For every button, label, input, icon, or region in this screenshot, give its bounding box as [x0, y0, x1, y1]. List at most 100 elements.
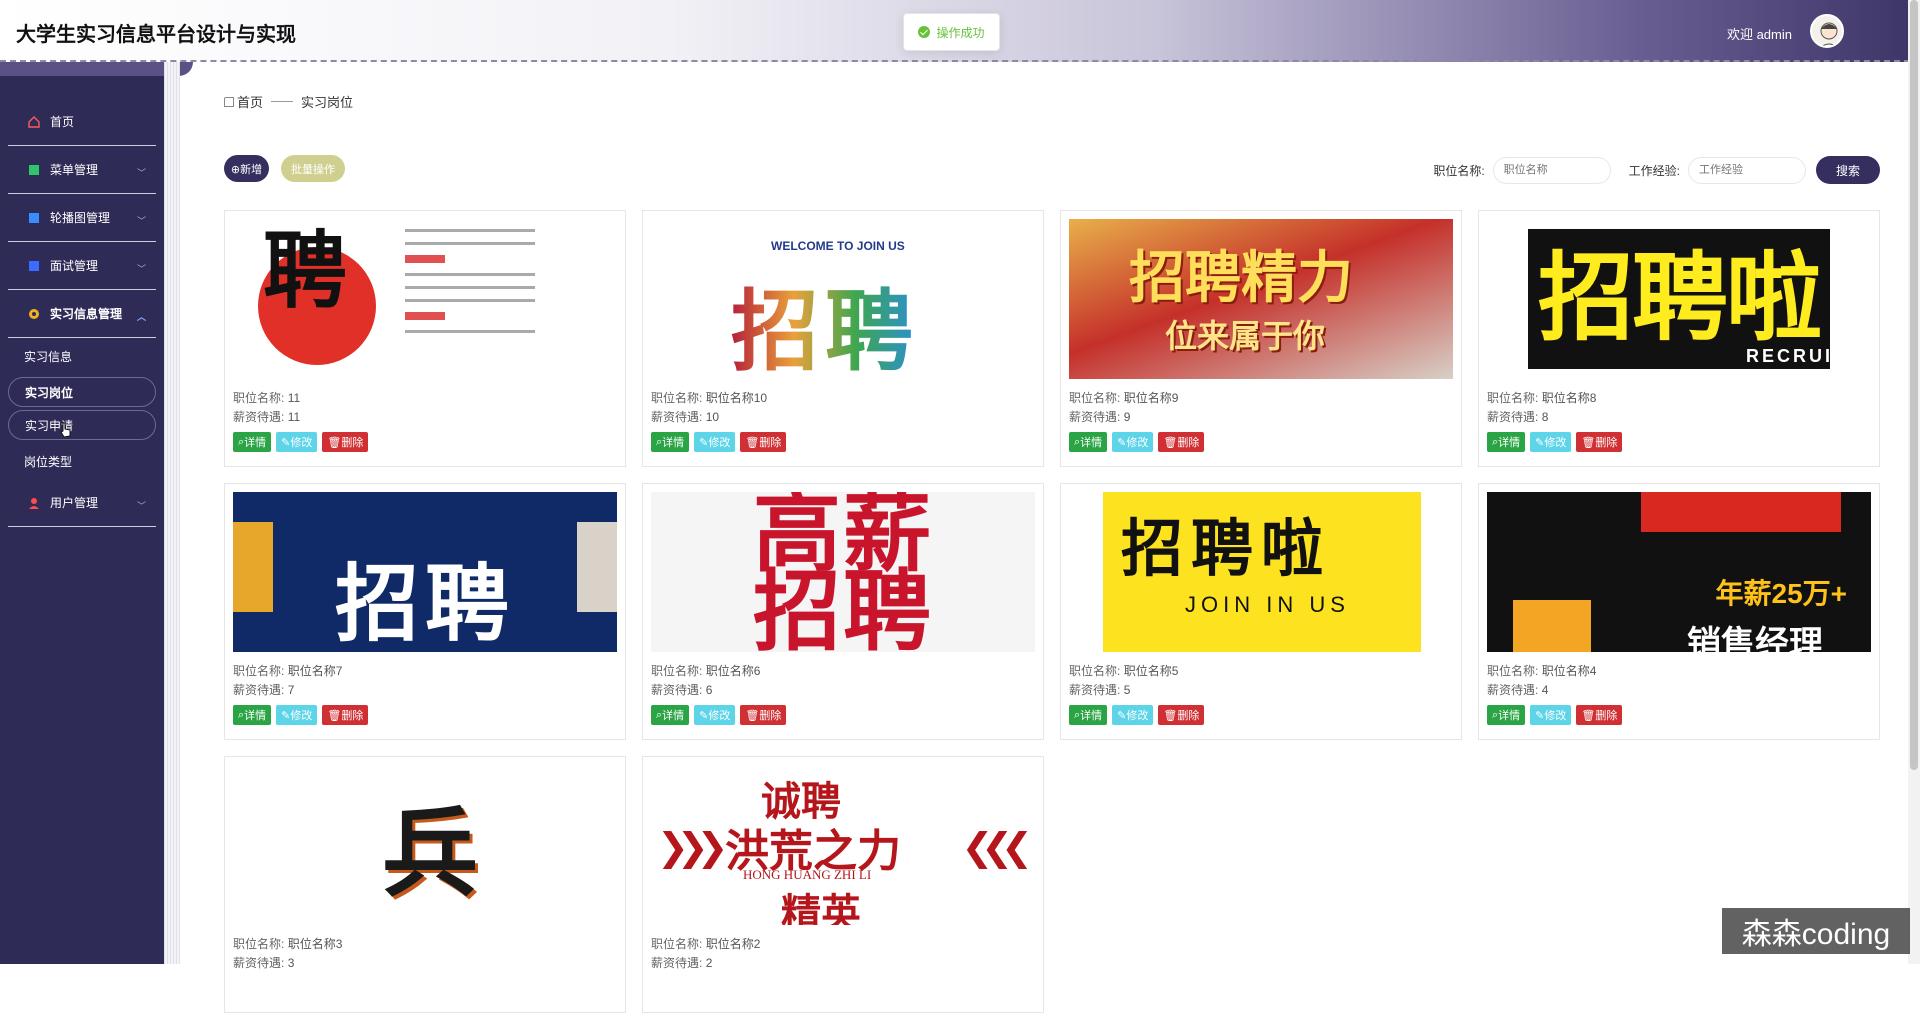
delete-button[interactable]: 🗑删除 — [322, 432, 368, 452]
avatar-icon — [1812, 16, 1844, 48]
salary-value: 4 — [1542, 683, 1549, 697]
detail-button[interactable]: ⌕详情 — [651, 705, 689, 725]
scrollbar-thumb[interactable] — [1910, 0, 1918, 770]
sidebar-item-carousel-management[interactable]: 轮播图管理 ﹀ — [8, 194, 156, 242]
position-image[interactable]: 招聘精力 位来属于你 — [1069, 219, 1453, 379]
edit-button[interactable]: ✎修改 — [1530, 432, 1571, 452]
position-card[interactable]: 招聘精力 位来属于你 职位名称: 职位名称9 薪资待遇: 9 ⌕详情 ✎修改 🗑… — [1060, 210, 1462, 467]
experience-label: 工作经验: — [1629, 162, 1680, 179]
banner-text: 销售经理 — [1687, 616, 1823, 652]
batch-delete-button[interactable]: 批量操作 — [281, 155, 345, 182]
sidebar-item-menu-management[interactable]: 菜单管理 ﹀ — [8, 146, 156, 194]
banner-text: 招聘 — [335, 492, 515, 652]
sidebar-subitem-internship-position[interactable]: 实习岗位 — [8, 377, 156, 407]
position-card[interactable]: 年薪25万+ 销售经理 职位名称: 职位名称4 薪资待遇: 4 ⌕详情 ✎修改 … — [1478, 483, 1880, 740]
delete-button[interactable]: 🗑删除 — [1158, 432, 1204, 452]
user-avatar[interactable] — [1810, 14, 1844, 48]
delete-button[interactable]: 🗑删除 — [1576, 705, 1622, 725]
salary-value: 11 — [288, 410, 300, 424]
edit-button[interactable]: ✎修改 — [1112, 705, 1153, 725]
breadcrumb-home[interactable]: 首页 — [237, 92, 263, 111]
search-button[interactable]: 搜索 — [1816, 156, 1880, 184]
position-card[interactable]: WELCOME TO JOIN US 招聘 职位名称: 职位名称10 薪资待遇:… — [642, 210, 1044, 467]
sidebar-item-internship-info-management[interactable]: 实习信息管理 ︿ — [8, 290, 156, 338]
salary-key: 薪资待遇: — [233, 683, 284, 697]
salary-key: 薪资待遇: — [651, 410, 702, 424]
position-name-value: 职位名称5 — [1124, 664, 1179, 678]
watermark: 森森coding — [1722, 908, 1910, 954]
salary-key: 薪资待遇: — [651, 683, 702, 697]
sidebar-subitem-position-type[interactable]: 岗位类型 — [8, 443, 156, 479]
position-image[interactable]: ❯❯❯ ❮❮❮ 诚聘 洪荒之力 HONG HUANG ZHI LI 精英 — [651, 765, 1035, 925]
salary-key: 薪资待遇: — [1069, 410, 1120, 424]
position-image[interactable]: 招聘啦 RECRUIT — [1487, 219, 1871, 379]
banner-text: 年薪25万+ — [1716, 572, 1848, 612]
edit-button[interactable]: ✎修改 — [1530, 705, 1571, 725]
add-button[interactable]: ⊕新增 — [224, 155, 269, 182]
detail-button[interactable]: ⌕详情 — [233, 705, 271, 725]
position-name-value: 职位名称3 — [288, 937, 343, 951]
detail-button[interactable]: ⌕详情 — [1487, 432, 1525, 452]
position-card[interactable]: 招聘 职位名称: 职位名称7 薪资待遇: 7 ⌕详情 ✎修改 🗑删除 — [224, 483, 626, 740]
edit-button[interactable]: ✎修改 — [1112, 432, 1153, 452]
banner-text: WELCOME TO JOIN US — [771, 239, 905, 253]
position-card[interactable]: 聘 职位名称: 11 薪资待遇: 11 ⌕详情 ✎修改 🗑删除 — [224, 210, 626, 467]
salary-key: 薪资待遇: — [1487, 683, 1538, 697]
sidebar-item-label: 菜单管理 — [50, 161, 98, 178]
salary-value: 3 — [288, 956, 295, 970]
edit-button[interactable]: ✎修改 — [276, 705, 317, 725]
detail-button[interactable]: ⌕详情 — [1069, 705, 1107, 725]
delete-button[interactable]: 🗑删除 — [322, 705, 368, 725]
position-name-key: 职位名称: — [233, 664, 284, 678]
position-image[interactable]: 招聘 — [233, 492, 617, 652]
delete-button[interactable]: 🗑删除 — [740, 705, 786, 725]
experience-input[interactable] — [1688, 157, 1806, 184]
position-name-value: 职位名称4 — [1542, 664, 1597, 678]
vertical-scrollbar[interactable] — [1908, 0, 1920, 964]
position-image[interactable]: 招聘啦 JOIN IN US — [1069, 492, 1453, 652]
banner-text: RECRUIT — [1746, 346, 1847, 367]
banner-text: 精英 — [781, 881, 861, 925]
position-name-key: 职位名称: — [651, 937, 702, 951]
position-name-key: 职位名称: — [651, 391, 702, 405]
position-name-label: 职位名称: — [1433, 162, 1484, 179]
sidebar-subitem-label: 实习岗位 — [25, 384, 73, 401]
position-card[interactable]: 招聘啦 JOIN IN US 职位名称: 职位名称5 薪资待遇: 5 ⌕详情 ✎… — [1060, 483, 1462, 740]
search-bar: 职位名称: 工作经验: 搜索 — [1433, 156, 1880, 184]
position-image[interactable]: 兵 — [233, 765, 617, 925]
position-card[interactable]: 招聘啦 RECRUIT 职位名称: 职位名称8 薪资待遇: 8 ⌕详情 ✎修改 … — [1478, 210, 1880, 467]
position-name-input[interactable] — [1493, 157, 1611, 184]
delete-button[interactable]: 🗑删除 — [1576, 432, 1622, 452]
sidebar-item-label: 实习信息管理 — [50, 305, 122, 322]
edit-button[interactable]: ✎修改 — [276, 432, 317, 452]
chevron-down-icon: ﹀ — [137, 499, 146, 512]
position-name-value: 职位名称9 — [1124, 391, 1179, 405]
position-name-value: 职位名称7 — [288, 664, 343, 678]
chevron-down-icon: ﹀ — [137, 166, 146, 179]
position-image[interactable]: WELCOME TO JOIN US 招聘 — [651, 219, 1035, 379]
edit-button[interactable]: ✎修改 — [694, 705, 735, 725]
position-card[interactable]: 兵 职位名称: 职位名称3 薪资待遇: 3 — [224, 756, 626, 1013]
salary-value: 2 — [706, 956, 713, 970]
salary-value: 9 — [1124, 410, 1131, 424]
salary-key: 薪资待遇: — [233, 956, 284, 970]
position-image[interactable]: 高薪招聘 — [651, 492, 1035, 652]
sidebar-item-home[interactable]: 首页 — [8, 98, 156, 146]
detail-button[interactable]: ⌕详情 — [1069, 432, 1107, 452]
detail-button[interactable]: ⌕详情 — [1487, 705, 1525, 725]
banner-text: 位来属于你 — [1165, 311, 1325, 357]
position-card[interactable]: ❯❯❯ ❮❮❮ 诚聘 洪荒之力 HONG HUANG ZHI LI 精英 职位名… — [642, 756, 1044, 1013]
detail-button[interactable]: ⌕详情 — [233, 432, 271, 452]
sidebar-item-user-management[interactable]: 用户管理 ﹀ — [8, 479, 156, 527]
position-image[interactable]: 聘 — [233, 219, 617, 379]
sidebar-item-interview-management[interactable]: 面试管理 ﹀ — [8, 242, 156, 290]
delete-button[interactable]: 🗑删除 — [740, 432, 786, 452]
edit-button[interactable]: ✎修改 — [694, 432, 735, 452]
position-image[interactable]: 年薪25万+ 销售经理 — [1487, 492, 1871, 652]
detail-button[interactable]: ⌕详情 — [651, 432, 689, 452]
delete-button[interactable]: 🗑删除 — [1158, 705, 1204, 725]
position-card[interactable]: 高薪招聘 职位名称: 职位名称6 薪资待遇: 6 ⌕详情 ✎修改 🗑删除 — [642, 483, 1044, 740]
home-icon — [224, 97, 234, 107]
sidebar-subitem-internship-info[interactable]: 实习信息 — [8, 338, 156, 374]
sidebar-subitem-internship-application[interactable]: 实习申请 — [8, 410, 156, 440]
